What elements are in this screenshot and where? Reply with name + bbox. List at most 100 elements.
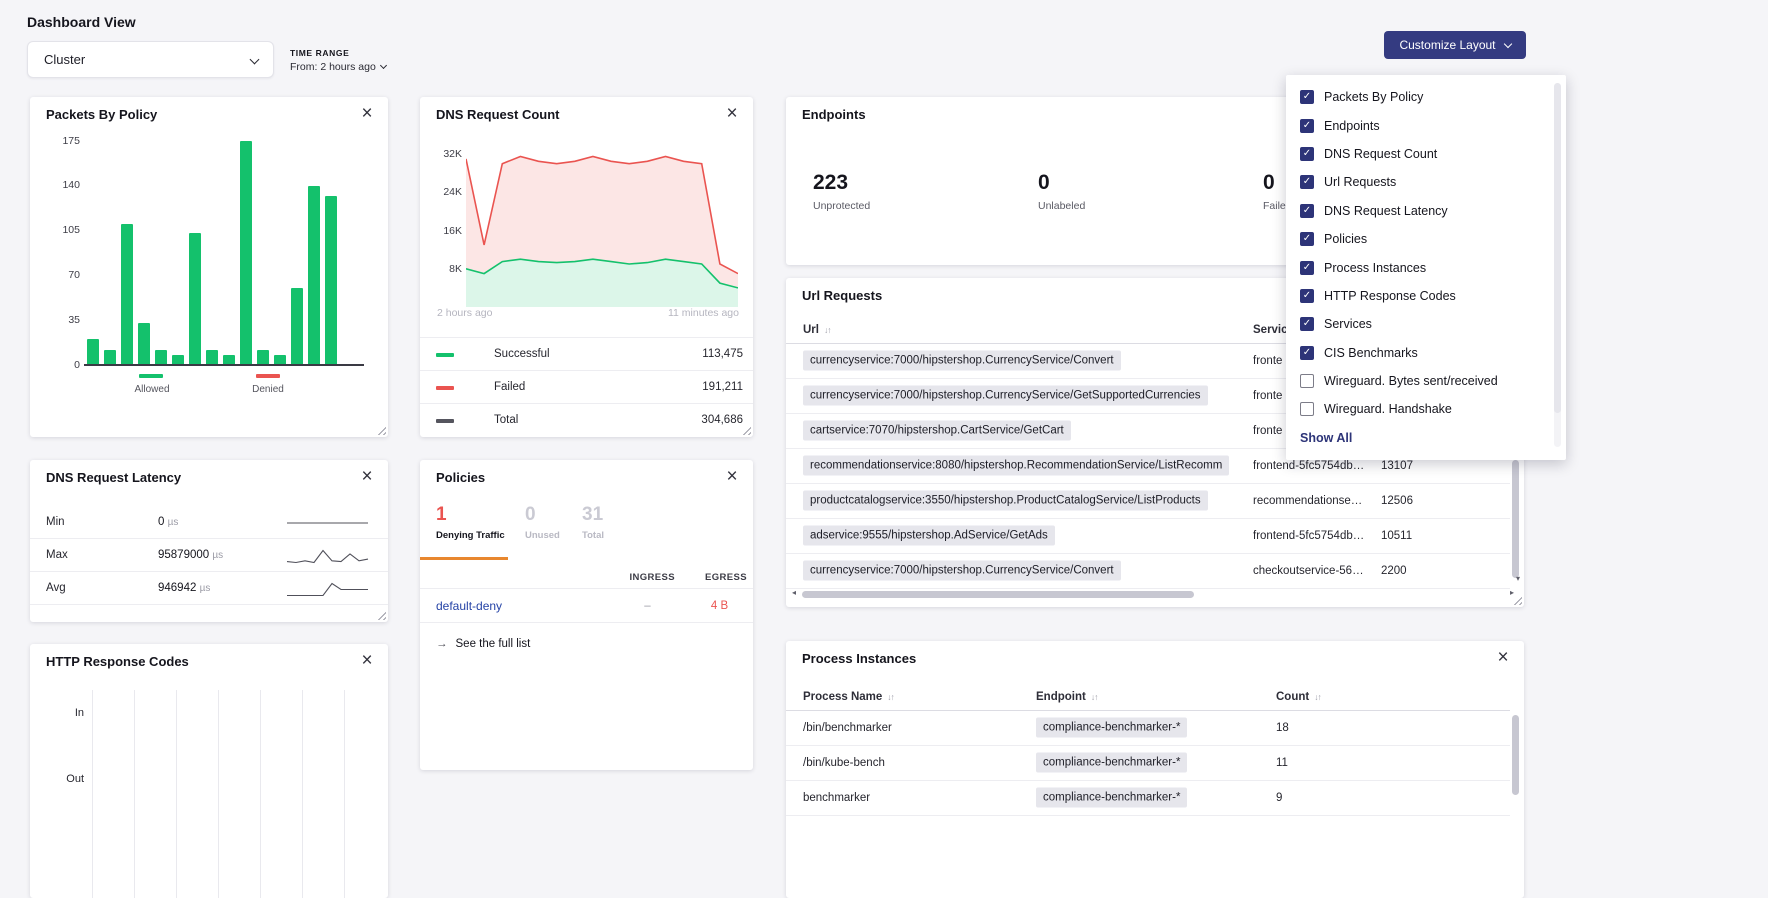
- scroll-left-icon[interactable]: ◂: [792, 588, 796, 597]
- customize-layout-button[interactable]: Customize Layout: [1384, 31, 1526, 59]
- policy-ingress-value: –: [620, 589, 675, 624]
- menu-item-label: Wireguard. Bytes sent/received: [1324, 374, 1498, 388]
- close-icon[interactable]: ×: [356, 650, 378, 672]
- checkbox-icon[interactable]: ✓: [1300, 147, 1314, 161]
- close-icon[interactable]: ×: [721, 466, 743, 488]
- column-header-count[interactable]: Count↓↑: [1276, 683, 1321, 711]
- close-icon[interactable]: ×: [721, 103, 743, 125]
- checkbox-icon[interactable]: [1300, 402, 1314, 416]
- tab-label: Denying Traffic: [436, 530, 508, 541]
- endpoint-cell: compliance-benchmarker-*: [1036, 781, 1187, 816]
- policies-tabs: 1 Denying Traffic 0 Unused 31 Total: [420, 498, 642, 560]
- tab-value: 1: [436, 504, 508, 526]
- dns-count-legend: Successful 113,475 Failed 191,211 Total …: [420, 337, 753, 436]
- checkbox-icon[interactable]: ✓: [1300, 119, 1314, 133]
- column-header-endpoint[interactable]: Endpoint↓↑: [1036, 683, 1097, 711]
- see-full-list-link[interactable]: →See the full list: [436, 638, 530, 650]
- scroll-down-icon[interactable]: ▾: [1516, 574, 1520, 583]
- bar: [121, 224, 133, 365]
- bar: [257, 350, 269, 365]
- policies-table-header: INGRESS EGRESS: [420, 572, 753, 588]
- endpoint-pill[interactable]: compliance-benchmarker-*: [1036, 753, 1187, 773]
- close-icon[interactable]: ×: [1492, 647, 1514, 669]
- url-pill[interactable]: currencyservice:7000/hipstershop.Currenc…: [803, 351, 1121, 371]
- customize-menu-item[interactable]: ✓ Endpoints: [1286, 111, 1566, 139]
- customize-menu-item[interactable]: ✓ Process Instances: [1286, 253, 1566, 281]
- url-cell: recommendationservice:8080/hipstershop.R…: [803, 449, 1229, 484]
- menu-scrollbar-thumb[interactable]: [1554, 83, 1561, 413]
- resize-handle[interactable]: [377, 611, 386, 620]
- customize-menu-item[interactable]: ✓ CIS Benchmarks: [1286, 339, 1566, 367]
- bar: [104, 350, 116, 365]
- url-pill[interactable]: adservice:9555/hipstershop.AdService/Get…: [803, 526, 1055, 546]
- checkbox-icon[interactable]: ✓: [1300, 346, 1314, 360]
- close-icon[interactable]: ×: [356, 103, 378, 125]
- url-pill[interactable]: currencyservice:7000/hipstershop.Currenc…: [803, 561, 1121, 581]
- checkbox-icon[interactable]: ✓: [1300, 90, 1314, 104]
- count-cell: 2200: [1381, 554, 1407, 589]
- column-header-process-name[interactable]: Process Name↓↑: [803, 683, 894, 711]
- card-title: Url Requests: [802, 288, 882, 303]
- vertical-scrollbar-thumb[interactable]: [1512, 460, 1519, 578]
- count-cell: 10511: [1381, 519, 1412, 554]
- sort-icon[interactable]: ↓↑: [1091, 692, 1098, 702]
- url-pill[interactable]: currencyservice:7000/hipstershop.Currenc…: [803, 386, 1208, 406]
- checkbox-icon[interactable]: ✓: [1300, 232, 1314, 246]
- legend-label: Successful: [494, 338, 550, 371]
- horizontal-scrollbar-thumb[interactable]: [802, 591, 1194, 598]
- customize-menu-item[interactable]: ✓ Packets By Policy: [1286, 83, 1566, 111]
- resize-handle[interactable]: [377, 426, 386, 435]
- endpoint-cell: compliance-benchmarker-*: [1036, 711, 1187, 746]
- menu-item-label: Endpoints: [1324, 119, 1380, 133]
- url-pill[interactable]: cartservice:7070/hipstershop.CartService…: [803, 421, 1071, 441]
- url-pill[interactable]: recommendationservice:8080/hipstershop.R…: [803, 456, 1229, 476]
- customize-menu-item[interactable]: ✓ Services: [1286, 310, 1566, 338]
- checkbox-icon[interactable]: ✓: [1300, 289, 1314, 303]
- legend-swatch: [436, 386, 454, 390]
- show-all-link[interactable]: Show All: [1286, 424, 1566, 452]
- service-cell: checkoutservice-56…: [1253, 554, 1371, 589]
- checkbox-icon[interactable]: ✓: [1300, 204, 1314, 218]
- endpoint-pill[interactable]: compliance-benchmarker-*: [1036, 718, 1187, 738]
- sort-icon[interactable]: ↓↑: [887, 692, 894, 702]
- stat-label: Unprotected: [813, 200, 870, 212]
- checkbox-icon[interactable]: ✓: [1300, 175, 1314, 189]
- menu-scrollbar-track[interactable]: [1554, 83, 1561, 447]
- url-table-row: adservice:9555/hipstershop.AdService/Get…: [786, 519, 1510, 554]
- customize-menu-item[interactable]: ✓ Url Requests: [1286, 168, 1566, 196]
- column-header-url[interactable]: Url↓↑: [803, 316, 830, 344]
- checkbox-icon[interactable]: ✓: [1300, 317, 1314, 331]
- x-label-left: 2 hours ago: [437, 307, 492, 319]
- tab-label: Unused: [525, 530, 582, 541]
- process-name-cell: /bin/benchmarker: [803, 711, 892, 746]
- policies-tab[interactable]: 1 Denying Traffic: [420, 498, 508, 560]
- http-response-codes-card: HTTP Response Codes × In Out: [30, 644, 388, 898]
- customize-menu-item[interactable]: Wireguard. Bytes sent/received: [1286, 367, 1566, 395]
- latency-row: Max 95879000 µs: [30, 539, 388, 572]
- customize-menu-item[interactable]: ✓ DNS Request Count: [1286, 140, 1566, 168]
- y-axis-tick: 24K: [428, 186, 462, 198]
- time-range-value[interactable]: From: 2 hours ago: [290, 61, 386, 73]
- url-pill[interactable]: productcatalogservice:3550/hipstershop.P…: [803, 491, 1208, 511]
- endpoint-stat: 0 Unlabeled: [1038, 171, 1085, 212]
- vertical-scrollbar-thumb[interactable]: [1512, 715, 1519, 795]
- policies-tab[interactable]: 0 Unused: [525, 498, 582, 560]
- view-selector[interactable]: Cluster: [27, 41, 274, 78]
- latency-stat-label: Avg: [46, 572, 66, 605]
- scroll-right-icon[interactable]: ▸: [1510, 588, 1514, 597]
- customize-menu-item[interactable]: ✓ DNS Request Latency: [1286, 197, 1566, 225]
- endpoint-pill[interactable]: compliance-benchmarker-*: [1036, 788, 1187, 808]
- policy-name-link[interactable]: default-deny: [436, 589, 502, 624]
- checkbox-icon[interactable]: ✓: [1300, 261, 1314, 275]
- checkbox-icon[interactable]: [1300, 374, 1314, 388]
- sort-icon[interactable]: ↓↑: [824, 325, 831, 335]
- legend-row: Successful 113,475: [420, 337, 753, 370]
- policies-tab[interactable]: 31 Total: [582, 498, 642, 560]
- resize-handle[interactable]: [1513, 596, 1522, 605]
- customize-menu-item[interactable]: Wireguard. Handshake: [1286, 395, 1566, 423]
- customize-menu-item[interactable]: ✓ Policies: [1286, 225, 1566, 253]
- close-icon[interactable]: ×: [356, 466, 378, 488]
- sort-icon[interactable]: ↓↑: [1314, 692, 1321, 702]
- policy-row: default-deny – 4 B: [420, 588, 753, 623]
- customize-menu-item[interactable]: ✓ HTTP Response Codes: [1286, 282, 1566, 310]
